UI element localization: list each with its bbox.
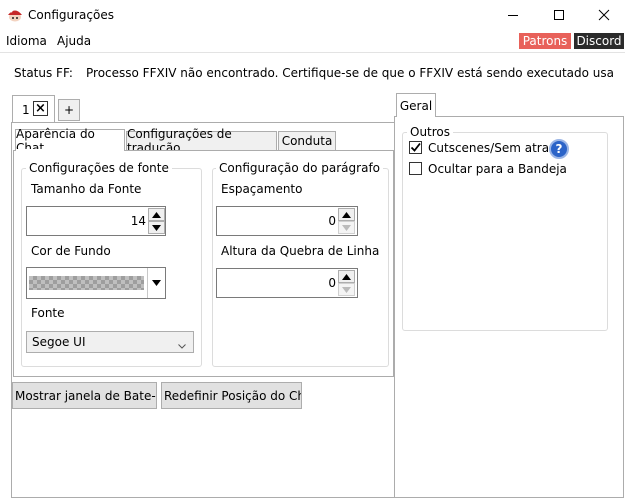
- font-label: Fonte: [31, 306, 65, 320]
- line-break-label: Altura da Quebra de Linha: [221, 244, 380, 258]
- arrow-up-icon: [152, 211, 161, 218]
- maximize-icon: [554, 10, 564, 20]
- cutscenes-label[interactable]: Cutscenes/Sem atraso: [428, 141, 563, 155]
- close-icon: [598, 9, 610, 21]
- tab-join: [16, 149, 124, 151]
- line-break-up-button[interactable]: [338, 270, 355, 283]
- font-size-down-button[interactable]: [148, 221, 165, 234]
- hide-to-tray-checkbox[interactable]: [409, 162, 422, 175]
- font-select-value: Segoe UI: [32, 335, 86, 349]
- line-break-value: 0: [328, 276, 336, 290]
- reset-chat-position-button[interactable]: Redefinir Posição do Chat: [161, 382, 302, 409]
- others-title: Outros: [407, 125, 454, 139]
- color-dropdown-button[interactable]: [147, 268, 165, 298]
- color-swatch: [29, 276, 144, 290]
- tab-join: [397, 115, 435, 117]
- arrow-down-icon: [152, 224, 161, 231]
- select-chevron-icon: [178, 338, 186, 352]
- status-text: Processo FFXIV não encontrado. Certifiqu…: [86, 66, 613, 80]
- spacing-up-button[interactable]: [338, 208, 355, 221]
- patrons-button[interactable]: Patrons: [519, 33, 571, 49]
- menu-separator: [0, 52, 625, 53]
- cutscenes-checkbox[interactable]: [409, 141, 422, 154]
- checkmark-icon: [410, 142, 421, 152]
- arrow-down-icon: [342, 224, 351, 231]
- status-label: Status FF:: [14, 66, 73, 80]
- app-icon: [7, 8, 23, 22]
- line-break-down-button[interactable]: [338, 283, 355, 296]
- spacing-label: Espaçamento: [221, 182, 303, 196]
- tab-aparencia-chat[interactable]: Aparência do Chat: [15, 127, 125, 155]
- help-icon[interactable]: ?: [549, 139, 569, 159]
- close-window-button[interactable]: [581, 0, 625, 30]
- font-settings-title: Configurações de fonte: [26, 161, 172, 175]
- font-size-label: Tamanho da Fonte: [31, 182, 142, 196]
- arrow-down-icon: [342, 286, 351, 293]
- tab-configuracoes-traducao[interactable]: Configurações de tradução: [126, 127, 277, 155]
- paragraph-settings-title: Configuração do parágrafo: [216, 161, 384, 175]
- font-size-value: 14: [130, 214, 146, 228]
- chevron-down-icon: [152, 280, 161, 286]
- line-break-input[interactable]: [216, 268, 358, 298]
- tab-conduta[interactable]: Conduta: [278, 131, 336, 151]
- close-tab-icon[interactable]: ×: [33, 101, 48, 116]
- font-size-up-button[interactable]: [148, 208, 165, 221]
- add-tab-button[interactable]: +: [58, 99, 80, 121]
- window-title: Configurações: [28, 8, 114, 22]
- menu-idioma[interactable]: Idioma: [6, 34, 47, 48]
- spacing-down-button[interactable]: [338, 221, 355, 234]
- minimize-button[interactable]: [490, 0, 536, 30]
- background-color-label: Cor de Fundo: [31, 244, 111, 258]
- spacing-value: 0: [328, 214, 336, 228]
- discord-button[interactable]: Discord: [574, 33, 624, 49]
- arrow-up-icon: [342, 211, 351, 218]
- hide-to-tray-label[interactable]: Ocultar para a Bandeja: [428, 162, 567, 176]
- chat-tab-1-label: 1: [22, 103, 30, 117]
- minimize-icon: [508, 15, 518, 16]
- menu-ajuda[interactable]: Ajuda: [57, 34, 91, 48]
- tab-geral[interactable]: Geral: [396, 93, 436, 117]
- spacing-input[interactable]: [216, 206, 358, 236]
- maximize-button[interactable]: [536, 0, 582, 30]
- arrow-up-icon: [342, 273, 351, 280]
- show-chat-window-button[interactable]: Mostrar janela de Bate-Papo: [12, 382, 157, 409]
